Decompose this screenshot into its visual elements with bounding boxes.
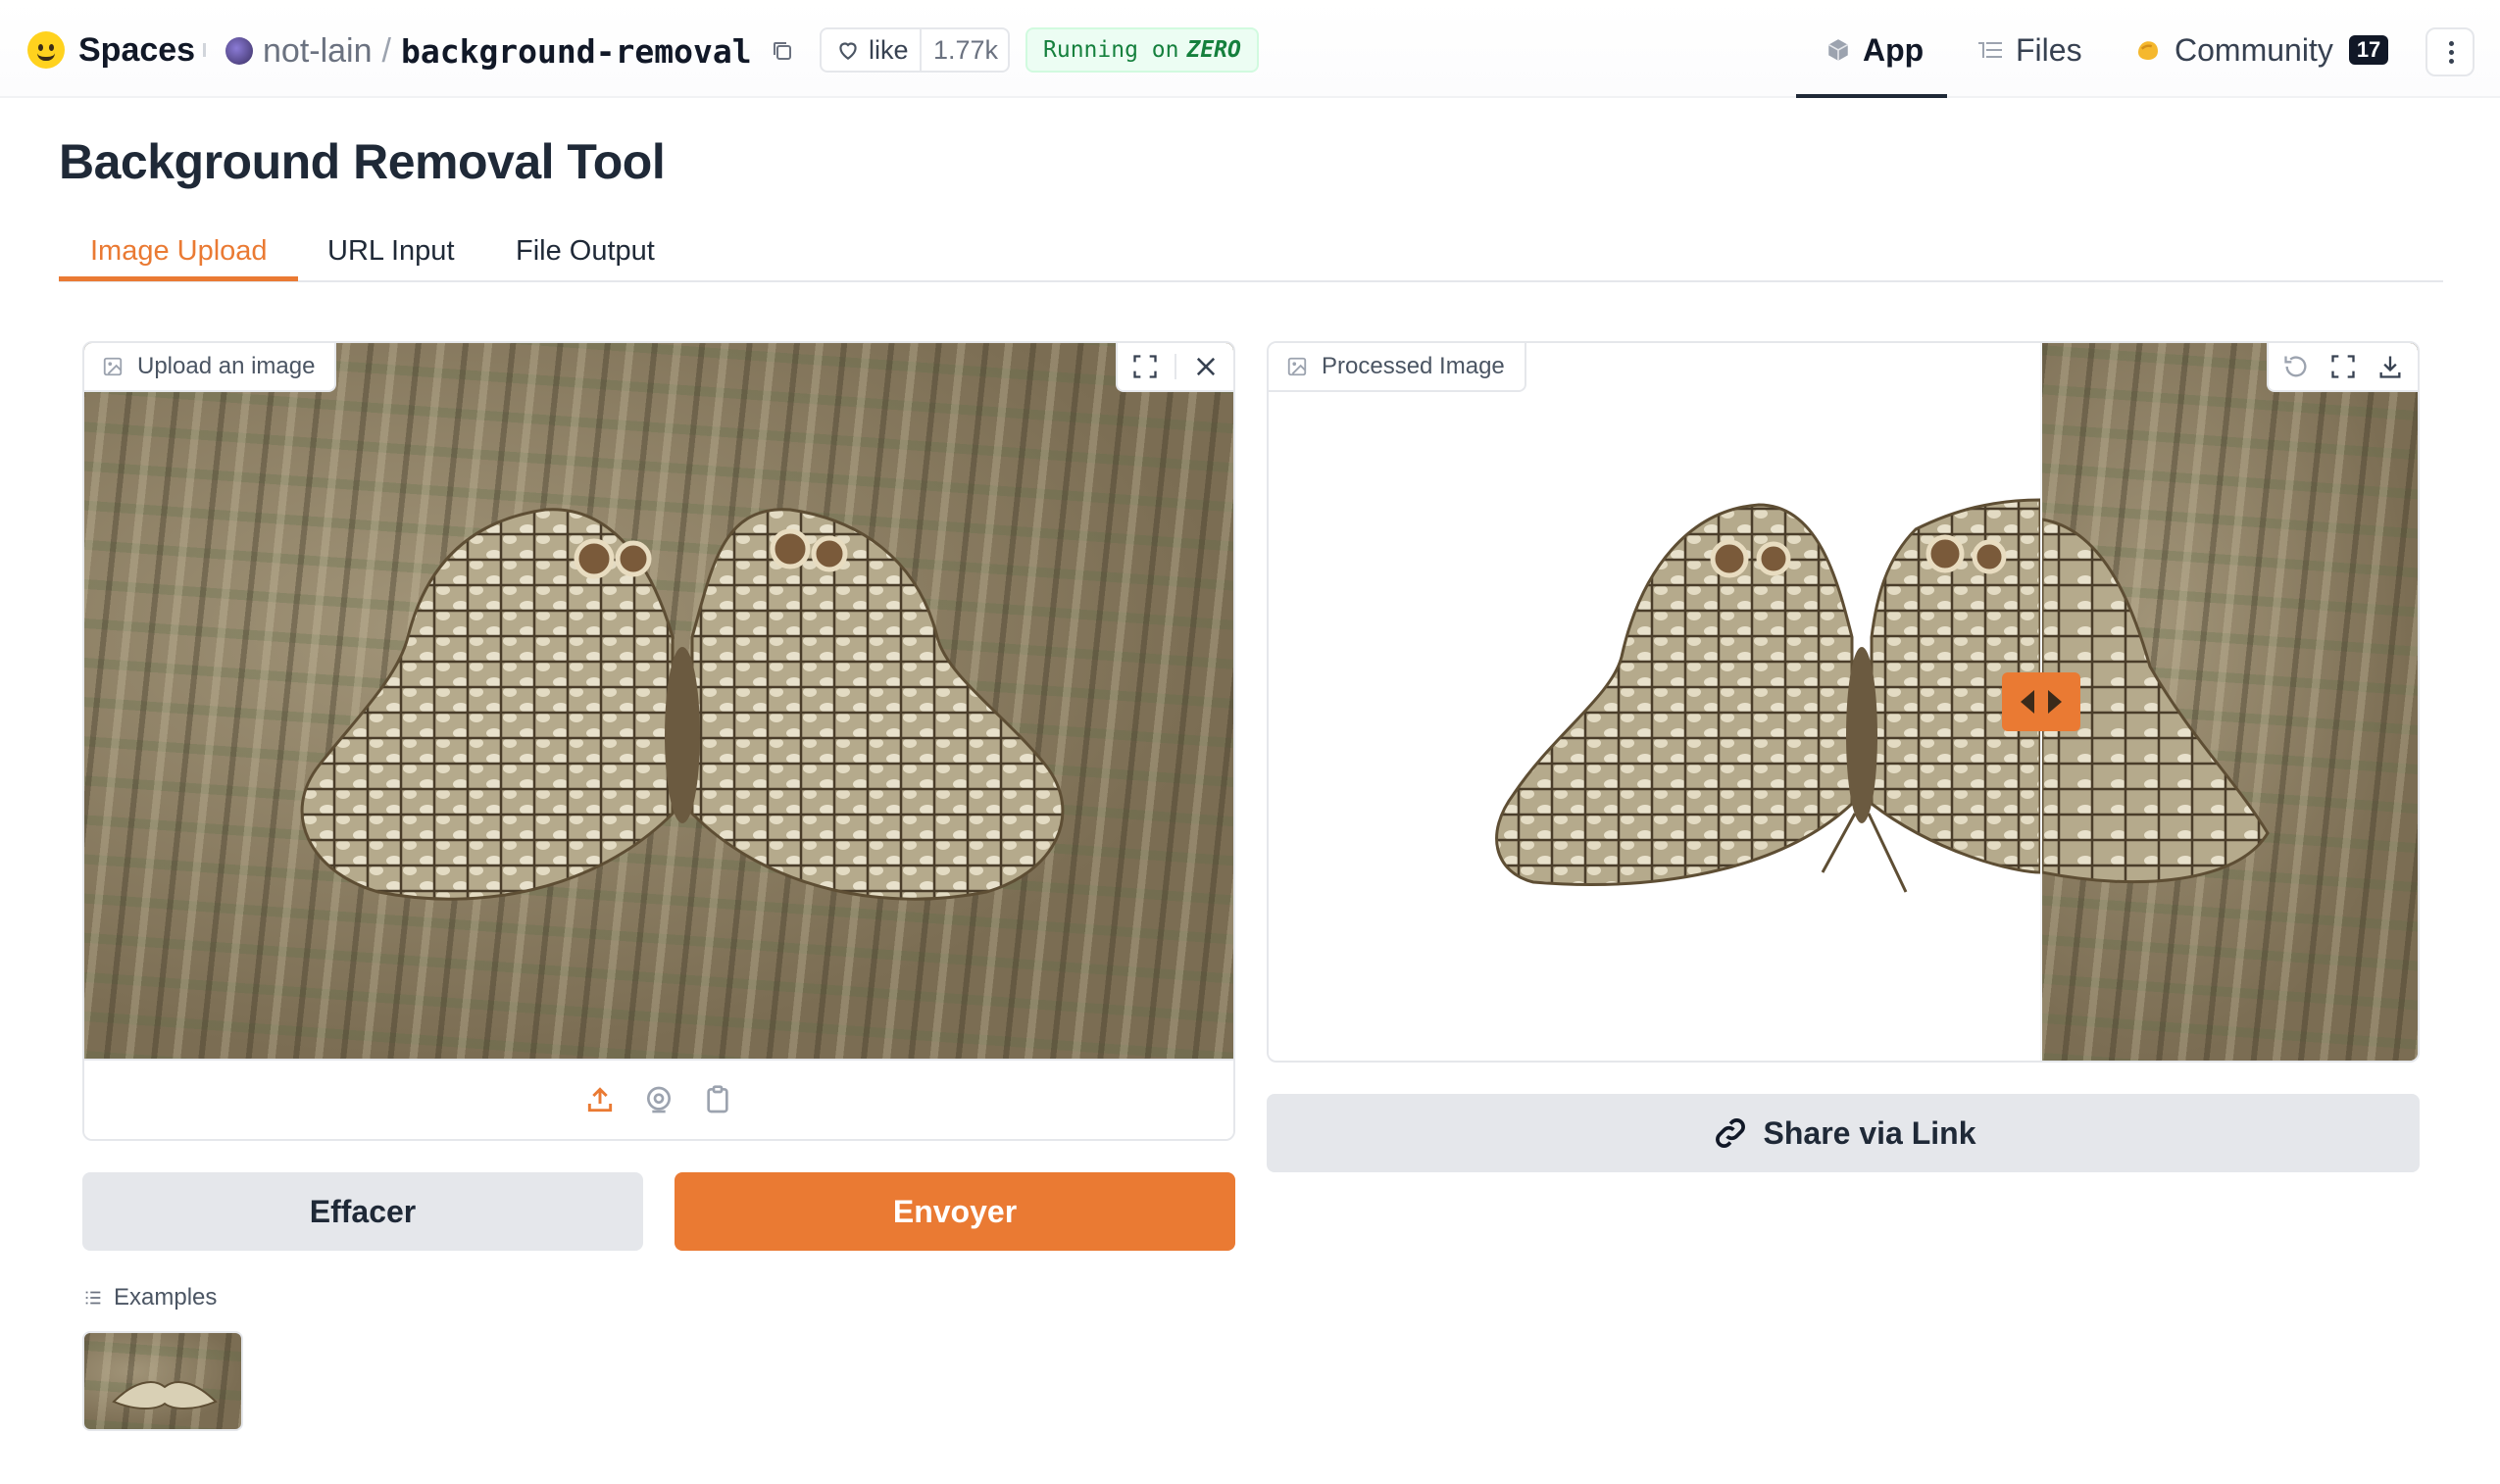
cutout-butterfly <box>1495 498 2042 893</box>
link-icon <box>1715 1118 1745 1148</box>
nav-files-label: Files <box>2016 31 2082 68</box>
example-butterfly <box>112 1381 218 1410</box>
compare-slider-handle[interactable] <box>2002 672 2080 731</box>
output-image-panel: Processed Image <box>1267 341 2420 1063</box>
nav-tab-app[interactable]: App <box>1825 27 1924 73</box>
community-icon <box>2138 41 2158 60</box>
nav-app-label: App <box>1863 31 1925 68</box>
butterfly-photo <box>300 508 1065 901</box>
brand-label: Spaces <box>78 30 196 69</box>
examples-header: Examples <box>82 1284 217 1311</box>
owner-avatar[interactable] <box>225 37 253 65</box>
nav-tab-community[interactable]: Community 17 <box>2133 27 2389 73</box>
community-count-badge: 17 <box>2348 35 2389 65</box>
more-icon[interactable] <box>2425 27 2475 76</box>
clear-button[interactable]: Effacer <box>82 1172 643 1251</box>
repo-link[interactable]: background-removal <box>401 32 752 71</box>
original-butterfly-part <box>2040 518 2270 884</box>
repo-breadcrumb: not-lain / background-removal <box>225 29 752 73</box>
example-thumbnail[interactable] <box>82 1331 243 1431</box>
processed-image-result <box>1269 343 2042 1061</box>
input-image-toolbar <box>1116 343 1233 392</box>
header-divider <box>203 43 206 57</box>
clipboard-icon[interactable] <box>702 1084 733 1115</box>
active-nav-indicator <box>1796 94 1947 98</box>
like-count[interactable]: 1.77k <box>922 35 998 66</box>
image-icon <box>103 357 123 376</box>
arrow-right-icon <box>2048 690 2062 714</box>
page-title: Background Removal Tool <box>59 134 666 189</box>
owner-link[interactable]: not-lain <box>263 32 373 71</box>
close-icon[interactable] <box>1192 353 1220 380</box>
input-image-panel: Upload an image <box>82 341 1235 1141</box>
cube-icon <box>1827 39 1849 61</box>
arrow-left-icon <box>2021 690 2034 714</box>
input-source-toolbar <box>84 1059 1233 1139</box>
output-image-toolbar <box>2267 343 2418 392</box>
share-via-link-button[interactable]: Share via Link <box>1267 1094 2420 1172</box>
top-header: Spaces not-lain / background-removal lik… <box>0 0 2500 98</box>
tab-url-input[interactable]: URL Input <box>327 225 455 282</box>
runtime-prefix: Running on <box>1043 37 1179 63</box>
undo-icon[interactable] <box>2282 353 2310 380</box>
fullscreen-icon[interactable] <box>1131 353 1159 380</box>
breadcrumb-separator: / <box>381 31 391 70</box>
image-icon <box>1287 357 1307 376</box>
uploaded-image[interactable] <box>84 343 1233 1061</box>
original-image-compare <box>2040 343 2418 1061</box>
list-icon <box>85 1291 101 1305</box>
submit-button[interactable]: Envoyer <box>675 1172 1235 1251</box>
runtime-hardware: ZERO <box>1186 37 1241 63</box>
fullscreen-icon[interactable] <box>2329 353 2357 380</box>
upload-icon[interactable] <box>584 1084 616 1115</box>
nav-community-label: Community <box>2175 31 2333 68</box>
share-label: Share via Link <box>1763 1114 1976 1151</box>
files-icon <box>1978 42 2002 58</box>
webcam-icon[interactable] <box>643 1084 675 1115</box>
examples-label: Examples <box>114 1284 218 1311</box>
spaces-brand[interactable]: Spaces <box>27 27 195 73</box>
output-panel-label-text: Processed Image <box>1322 353 1505 379</box>
nav-tab-files[interactable]: Files <box>1976 27 2082 73</box>
tab-file-output[interactable]: File Output <box>516 225 655 282</box>
input-panel-label-text: Upload an image <box>137 353 316 379</box>
runtime-badge: Running on ZERO <box>1025 27 1259 73</box>
tab-image-upload[interactable]: Image Upload <box>90 225 268 282</box>
heart-icon <box>839 42 857 60</box>
output-panel-label: Processed Image <box>1269 343 1526 392</box>
copy-icon[interactable] <box>771 39 794 63</box>
like-label: like <box>869 34 909 65</box>
active-tab-indicator <box>59 276 298 281</box>
like-button[interactable]: like 1.77k <box>820 27 1010 73</box>
hugging-face-logo <box>27 31 65 69</box>
download-icon[interactable] <box>2376 353 2404 380</box>
tab-bar: Image Upload URL Input File Output <box>59 225 2443 282</box>
input-panel-label: Upload an image <box>84 343 337 392</box>
